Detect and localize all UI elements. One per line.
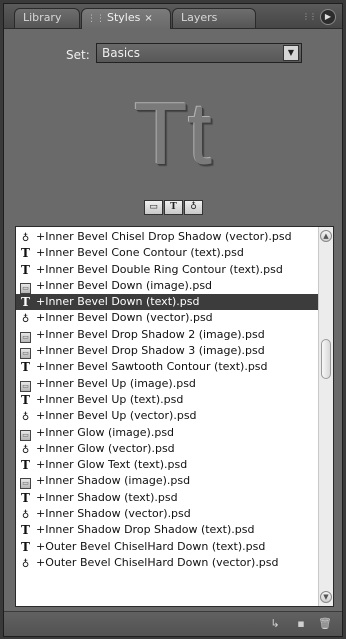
text-filter-icon[interactable]: T <box>164 200 183 215</box>
image-filter-icon[interactable]: ▭ <box>144 200 163 215</box>
panel-menu-icon[interactable]: ▶ <box>320 9 336 25</box>
panel-grip-icon[interactable]: ⋮⋮ <box>302 12 317 21</box>
text-style-icon: T <box>21 458 30 473</box>
panel-tab-bar: Library ⋮⋮ Styles × Layers ⋮⋮ ▶ <box>4 4 342 29</box>
text-style-icon: T <box>21 262 30 277</box>
vector-style-icon: ♁ <box>21 444 30 456</box>
style-list-item[interactable]: T +Outer Bevel ChiselHard Down (text).psd <box>16 539 319 555</box>
tab-library-label: Library <box>23 11 62 24</box>
style-list-item-label: +Inner Shadow Drop Shadow (text).psd <box>36 523 255 537</box>
style-list-item-label: +Inner Bevel Drop Shadow 2 (image).psd <box>36 327 265 341</box>
tab-layers-label: Layers <box>181 11 218 24</box>
style-list-item[interactable]: T +Inner Bevel Sawtooth Contour (text).ps… <box>16 359 319 375</box>
style-list-item[interactable]: ▭ +Inner Bevel Drop Shadow 2 (image).psd <box>16 327 319 343</box>
style-list-item[interactable]: T +Inner Bevel Cone Contour (text).psd <box>16 245 319 261</box>
dropdown-arrow-icon[interactable]: ▼ <box>283 45 299 61</box>
style-list-item-label: +Inner Bevel Up (image).psd <box>36 376 196 390</box>
text-style-icon: T <box>21 392 30 407</box>
set-label: Set: <box>66 48 90 62</box>
set-dropdown-value: Basics <box>102 46 141 60</box>
scroll-down-icon[interactable]: ▼ <box>320 591 332 603</box>
style-list-item-label: +Inner Bevel Down (image).psd <box>36 278 213 292</box>
vector-style-icon: ♁ <box>21 558 30 570</box>
style-preview: Tt ▭ T ♁ <box>4 74 342 224</box>
tab-layers[interactable]: Layers <box>172 8 256 28</box>
style-list-item[interactable]: ♁ +Inner Bevel Up (vector).psd <box>16 408 319 424</box>
style-list-item-label: +Inner Bevel Down (vector).psd <box>36 311 213 325</box>
style-list-item[interactable]: ♁ +Inner Glow (vector).psd <box>16 441 319 457</box>
style-list-item-label: +Inner Glow (image).psd <box>36 425 175 439</box>
style-list-item[interactable]: T +Inner Bevel Double Ring Contour (text)… <box>16 262 319 278</box>
scroll-up-icon[interactable]: ▲ <box>320 230 332 242</box>
tab-styles-label: Styles <box>107 11 141 24</box>
new-style-icon[interactable]: ▪ <box>294 617 308 631</box>
style-list-item[interactable]: ♁ +Inner Bevel Chisel Drop Shadow (vector… <box>16 229 319 245</box>
text-style-icon: T <box>21 490 30 505</box>
style-list-item-label: +Inner Bevel Up (text).psd <box>36 392 184 406</box>
style-list-item[interactable]: T +Inner Shadow Drop Shadow (text).psd <box>16 522 319 538</box>
style-list-item-label: +Inner Shadow (text).psd <box>36 490 178 504</box>
close-tab-icon[interactable]: × <box>144 13 152 24</box>
style-list-item-label: +Inner Shadow (image).psd <box>36 474 191 488</box>
scroll-thumb[interactable] <box>321 339 331 379</box>
styles-panel: Library ⋮⋮ Styles × Layers ⋮⋮ ▶ Set: Basic… <box>3 3 343 637</box>
style-list-item[interactable]: ▭ +Inner Bevel Down (image).psd <box>16 278 319 294</box>
style-list-item-label: +Inner Bevel Up (vector).psd <box>36 409 197 423</box>
image-style-icon: ▭ <box>20 348 31 360</box>
image-style-icon: ▭ <box>20 331 31 343</box>
style-list-item[interactable]: T +Inner Glow Text (text).psd <box>16 457 319 473</box>
panel-footer: ↳ ▪ 🗑 <box>4 611 342 636</box>
style-list-item[interactable]: ♁ +Inner Bevel Down (vector).psd <box>16 310 319 326</box>
vector-style-icon: ♁ <box>21 314 30 326</box>
style-list-item-label: +Inner Bevel Chisel Drop Shadow (vector)… <box>36 230 292 243</box>
tab-library[interactable]: Library <box>14 8 80 28</box>
style-list-item-label: +Outer Bevel ChiselHard Down (text).psd <box>36 539 266 553</box>
text-style-icon: T <box>21 360 30 375</box>
style-list-item[interactable]: ♁ +Outer Bevel ChiselHard Down (vector).p… <box>16 555 319 571</box>
style-list-item-label: +Inner Bevel Cone Contour (text).psd <box>36 246 244 260</box>
apply-style-icon[interactable]: ↳ <box>268 617 282 631</box>
tab-grip-icon[interactable]: ⋮⋮ <box>87 14 105 24</box>
vector-style-icon: ♁ <box>21 510 30 522</box>
style-list-item-label: +Inner Bevel Sawtooth Contour (text).psd <box>36 360 268 374</box>
set-dropdown[interactable]: Basics ▼ <box>96 43 302 63</box>
style-list-item-label: +Outer Bevel ChiselHard Down (vector).ps… <box>36 555 279 569</box>
style-list-item[interactable]: ♁ +Inner Shadow (vector).psd <box>16 506 319 522</box>
style-list-item-label: +Inner Shadow (vector).psd <box>36 507 191 521</box>
filter-buttons: ▭ T ♁ <box>144 200 204 215</box>
text-style-icon: T <box>21 539 30 554</box>
text-style-icon: T <box>21 246 30 261</box>
style-list-item[interactable]: ▭ +Inner Glow (image).psd <box>16 425 319 441</box>
image-style-icon: ▭ <box>20 478 31 490</box>
image-style-icon: ▭ <box>20 282 31 294</box>
image-style-icon: ▭ <box>20 429 31 441</box>
style-list-item-label: +Inner Bevel Drop Shadow 3 (image).psd <box>36 344 265 358</box>
style-list-item-label: +Inner Glow (vector).psd <box>36 441 175 455</box>
tab-styles[interactable]: ⋮⋮ Styles × <box>81 8 171 29</box>
vertical-scrollbar[interactable]: ▲ ▼ <box>318 227 333 606</box>
vector-style-icon: ♁ <box>21 233 30 244</box>
text-style-icon: T <box>21 295 30 310</box>
vector-filter-icon[interactable]: ♁ <box>184 200 203 215</box>
style-list-item-label: +Inner Bevel Double Ring Contour (text).… <box>36 262 283 276</box>
image-style-icon: ▭ <box>20 380 31 392</box>
text-style-icon: T <box>21 523 30 538</box>
style-list-item[interactable]: T +Inner Shadow (text).psd <box>16 490 319 506</box>
styles-list[interactable]: ♁ +Inner Bevel Chisel Drop Shadow (vector… <box>15 226 334 607</box>
preview-text: Tt <box>133 84 213 183</box>
style-list-item[interactable]: ▭ +Inner Shadow (image).psd <box>16 473 319 490</box>
style-list-item[interactable]: ▭ +Inner Bevel Up (image).psd <box>16 376 319 392</box>
style-list-item-label: +Inner Bevel Down (text).psd <box>36 295 200 309</box>
styles-list-rows: ♁ +Inner Bevel Chisel Drop Shadow (vector… <box>16 229 319 571</box>
style-list-item[interactable]: T +Inner Bevel Up (text).psd <box>16 392 319 408</box>
style-list-item-label: +Inner Glow Text (text).psd <box>36 458 188 472</box>
delete-style-icon[interactable]: 🗑 <box>318 617 332 631</box>
vector-style-icon: ♁ <box>21 412 30 424</box>
style-list-item[interactable]: ▭ +Inner Bevel Drop Shadow 3 (image).psd <box>16 343 319 360</box>
style-list-item[interactable]: T +Inner Bevel Down (text).psd <box>16 294 319 311</box>
